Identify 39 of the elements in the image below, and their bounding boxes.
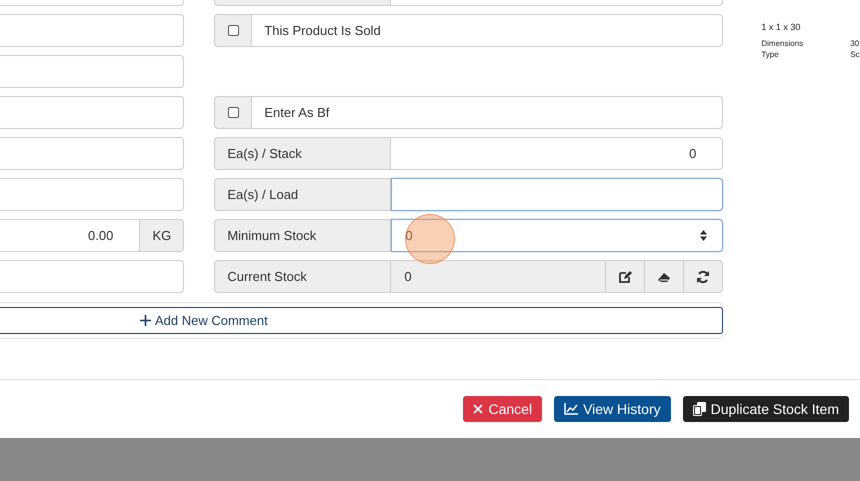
cancel-button[interactable]: Cancel <box>463 396 542 422</box>
checkbox[interactable] <box>228 107 239 118</box>
text-field[interactable] <box>0 14 184 47</box>
checkbox-label: This Product Is Sold <box>252 14 724 47</box>
field-label: Current Stock <box>214 260 392 293</box>
edit-button[interactable] <box>606 260 646 293</box>
close-icon <box>473 404 484 414</box>
info-value: 30 <box>850 38 860 49</box>
readonly-field: 0 <box>391 260 606 293</box>
add-comment-button[interactable]: Add New Comment <box>0 307 724 334</box>
dimensions-heading: 1 x 1 x 30 <box>761 22 802 32</box>
number-field[interactable]: 0 <box>391 137 724 170</box>
line-chart-icon <box>564 403 578 415</box>
copy-icon <box>692 402 706 416</box>
text-field[interactable] <box>0 178 184 211</box>
info-value: Sc <box>850 49 860 60</box>
duplicate-button[interactable]: Duplicate Stock Item <box>682 396 849 422</box>
checkbox[interactable] <box>228 25 239 36</box>
edit-icon <box>618 270 632 284</box>
click-indicator <box>405 214 455 264</box>
spinner-icon[interactable] <box>699 229 708 242</box>
checkbox-label: Enter As Bf <box>252 96 724 129</box>
info-label: Type <box>761 49 780 60</box>
text-field[interactable] <box>0 137 184 170</box>
weight-field[interactable]: 0.00 <box>0 219 140 252</box>
unit-label: KG <box>140 219 184 252</box>
clear-button[interactable] <box>645 260 684 293</box>
field-label: Ea(s) / Load <box>214 178 392 211</box>
info-label: Dimensions <box>761 38 804 49</box>
field-label: Ea(s) / Stack <box>214 137 392 170</box>
refresh-icon <box>696 270 710 284</box>
number-field[interactable] <box>391 178 724 211</box>
text-field[interactable] <box>0 96 184 129</box>
text-field[interactable] <box>0 260 184 293</box>
plus-icon <box>140 315 151 326</box>
text-field[interactable] <box>0 55 184 88</box>
history-button[interactable]: View History <box>554 396 671 422</box>
refresh-button[interactable] <box>684 260 724 293</box>
field-label: Minimum Stock <box>214 219 392 252</box>
